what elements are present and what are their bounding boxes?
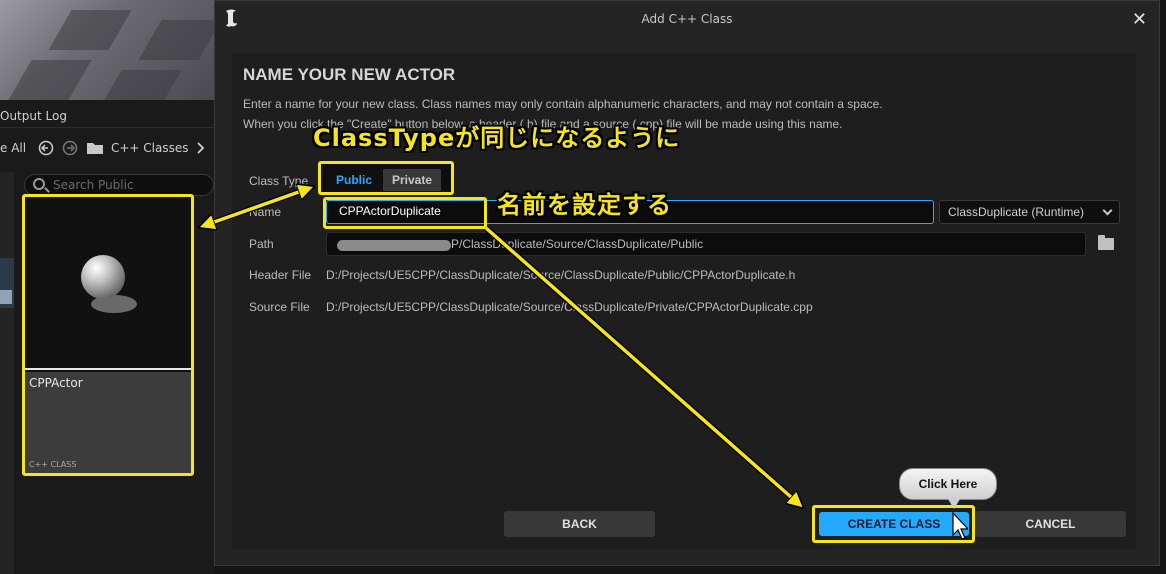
path-value: P/ClassDuplicate/Source/ClassDuplicate/P… (451, 237, 704, 251)
asset-kind: C++ CLASS (29, 460, 77, 469)
forward-nav-icon[interactable] (62, 134, 78, 172)
back-nav-icon[interactable] (38, 134, 54, 172)
search-placeholder: Search Public (53, 178, 134, 192)
cancel-button[interactable]: CANCEL (975, 511, 1126, 537)
close-icon[interactable]: ✕ (1132, 9, 1147, 30)
dialog-title: Add C++ Class (641, 12, 733, 26)
description-line-1: Enter a name for your new class. Class n… (243, 97, 883, 111)
search-input[interactable]: Search Public (24, 174, 214, 196)
chevron-down-icon (1102, 205, 1113, 216)
page-title: NAME YOUR NEW ACTOR (243, 65, 456, 84)
click-here-callout: Click Here (899, 468, 997, 509)
asset-thumbnail (25, 197, 191, 370)
class-type-toggle: Public Private (318, 161, 454, 195)
add-cpp-class-dialog: Add C++ Class ✕ NAME YOUR NEW ACTOR Ente… (214, 0, 1160, 566)
chevron-right-icon[interactable] (195, 134, 205, 172)
annotation-name-note: 名前を設定する (497, 191, 672, 219)
annotation-class-type-note: ClassTypeが同じになるように (313, 124, 681, 152)
content-browser-toolbar: e All C++ Classes (0, 134, 214, 162)
folder-icon (86, 134, 104, 172)
save-all-button[interactable]: e All (0, 134, 26, 162)
asset-name: CPPActor (29, 376, 83, 390)
folder-tree-strip (0, 172, 14, 574)
output-log-tab[interactable]: Output Log (0, 104, 214, 128)
asset-tile-cppactor[interactable]: CPPActor C++ CLASS (22, 194, 194, 476)
path-label: Path (249, 237, 274, 251)
asset-info: CPPActor C++ CLASS (25, 372, 191, 473)
source-file-label: Source File (249, 300, 310, 314)
class-type-private-button[interactable]: Private (383, 169, 441, 191)
redacted-path (337, 240, 451, 251)
module-select-value: ClassDuplicate (Runtime) (948, 205, 1085, 219)
back-button[interactable]: BACK (504, 511, 655, 537)
viewport-preview (0, 0, 214, 100)
module-select[interactable]: ClassDuplicate (Runtime) (939, 200, 1120, 224)
class-name-value: CPPActorDuplicate (339, 204, 441, 218)
content-browser: Output Log e All C++ Classes Search Publ… (0, 0, 214, 574)
search-icon (33, 178, 45, 190)
name-label: Name (249, 205, 282, 219)
class-type-public-button[interactable]: Public (326, 169, 382, 191)
class-type-label: Class Type (249, 174, 309, 188)
create-class-button[interactable]: CREATE CLASS (819, 512, 969, 536)
header-file-label: Header File (249, 268, 312, 282)
header-file-value: D:/Projects/UE5CPP/ClassDuplicate/Source… (326, 268, 796, 282)
breadcrumb-cpp-classes[interactable]: C++ Classes (111, 134, 189, 162)
path-input[interactable]: P/ClassDuplicate/Source/ClassDuplicate/P… (326, 232, 1086, 256)
source-file-value: D:/Projects/UE5CPP/ClassDuplicate/Source… (326, 300, 813, 314)
actor-sphere-icon (81, 255, 125, 299)
mouse-cursor-icon (952, 512, 968, 540)
browse-folder-icon[interactable] (1098, 235, 1114, 250)
dialog-titlebar: Add C++ Class ✕ (215, 1, 1159, 37)
